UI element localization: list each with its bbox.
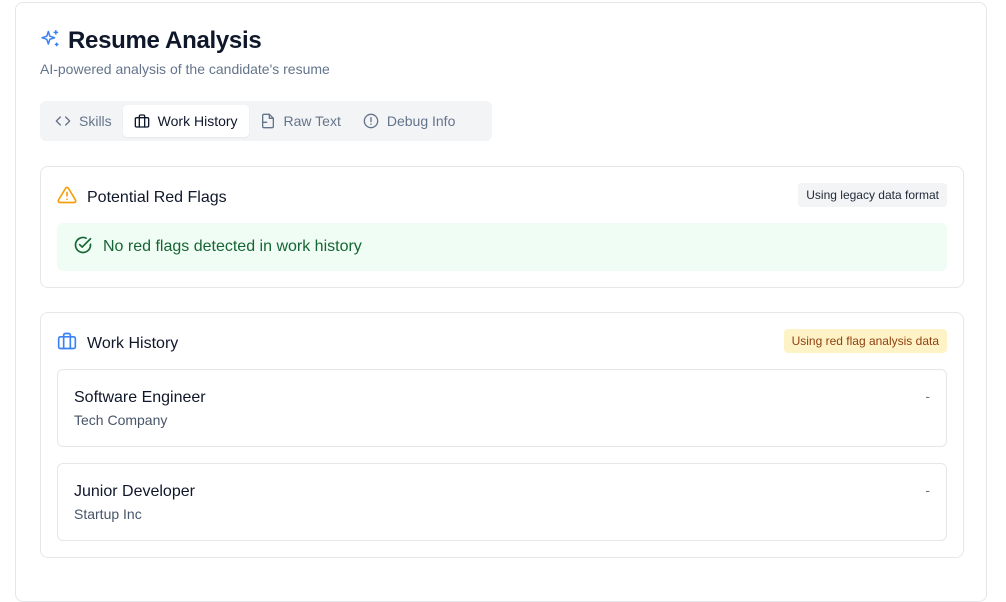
no-red-flags-alert: No red flags detected in work history — [57, 223, 947, 271]
job-item: Software Engineer Tech Company - — [57, 369, 947, 447]
tab-label: Debug Info — [386, 113, 456, 129]
job-dates: - — [925, 482, 930, 498]
resume-analysis-card: Resume Analysis AI-powered analysis of t… — [15, 2, 987, 602]
red-flags-title: Potential Red Flags — [87, 188, 227, 206]
tab-work-history[interactable]: Work History — [122, 105, 249, 137]
no-red-flags-text: No red flags detected in work history — [103, 238, 362, 255]
tab-label: Work History — [157, 113, 238, 129]
title-row: Resume Analysis — [40, 27, 330, 55]
tab-label: Raw Text — [283, 113, 341, 129]
sparkles-icon — [40, 29, 60, 54]
job-title: Software Engineer — [74, 389, 206, 406]
warning-triangle-icon — [57, 185, 77, 210]
card-header: Resume Analysis AI-powered analysis of t… — [40, 27, 330, 77]
tab-raw-text[interactable]: Raw Text — [249, 105, 352, 137]
job-item: Junior Developer Startup Inc - — [57, 463, 947, 541]
work-history-title: Work History — [87, 334, 179, 352]
red-flag-data-badge: Using red flag analysis data — [783, 329, 947, 353]
page-title: Resume Analysis — [68, 27, 262, 54]
code-icon — [55, 113, 71, 129]
work-history-section: Work History Using red flag analysis dat… — [40, 312, 964, 558]
page-subtitle: AI-powered analysis of the candidate's r… — [40, 61, 330, 77]
tab-list: Skills Work History Raw Text Debug Info — [40, 101, 492, 141]
legacy-format-badge: Using legacy data format — [798, 183, 947, 207]
file-icon — [260, 113, 276, 129]
job-title: Junior Developer — [74, 483, 195, 500]
job-company: Startup Inc — [74, 506, 142, 522]
job-company: Tech Company — [74, 412, 168, 428]
tab-label: Skills — [79, 113, 112, 129]
work-history-header: Work History — [57, 331, 178, 356]
job-dates: - — [925, 388, 930, 404]
check-circle-icon — [73, 235, 93, 260]
red-flags-section: Potential Red Flags Using legacy data fo… — [40, 166, 964, 288]
red-flags-header: Potential Red Flags — [57, 185, 227, 210]
briefcase-icon — [57, 331, 77, 356]
tab-skills[interactable]: Skills — [44, 105, 123, 137]
alert-circle-icon — [363, 113, 379, 129]
tab-debug-info[interactable]: Debug Info — [352, 105, 467, 137]
briefcase-icon — [134, 113, 150, 129]
